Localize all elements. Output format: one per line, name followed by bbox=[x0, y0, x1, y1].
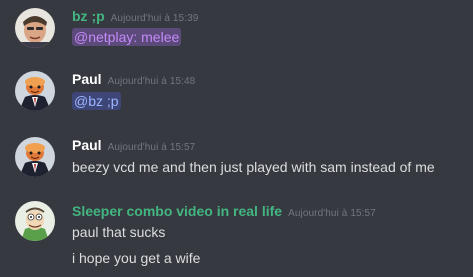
message-content: beezy vcd me and then just played with s… bbox=[72, 159, 435, 175]
person-photo-avatar-icon bbox=[15, 8, 55, 48]
message-header: bz ;p Aujourd'hui à 15:39 bbox=[72, 7, 198, 28]
username[interactable]: Sleeper combo video in real life bbox=[72, 203, 282, 219]
role-mention[interactable]: @netplay: melee bbox=[72, 28, 182, 46]
message-content: @netplay: melee bbox=[72, 27, 182, 47]
cartoon-character-avatar-icon bbox=[15, 201, 55, 241]
avatar[interactable] bbox=[15, 137, 55, 177]
avatar[interactable] bbox=[15, 8, 55, 48]
message-group: Sleeper combo video in real life Aujourd'… bbox=[0, 193, 473, 277]
timestamp: Aujourd'hui à 15:48 bbox=[107, 76, 196, 87]
avatar[interactable] bbox=[15, 71, 55, 111]
message-content: @bz ;p bbox=[72, 91, 121, 111]
username[interactable]: Paul bbox=[72, 71, 102, 87]
message-group: Paul Aujourd'hui à 15:57 beezy vcd me and… bbox=[0, 129, 473, 189]
timestamp: Aujourd'hui à 15:39 bbox=[110, 13, 199, 24]
username[interactable]: bz ;p bbox=[72, 8, 105, 24]
suited-character-avatar-icon bbox=[15, 71, 55, 111]
message-content: i hope you get a wife bbox=[72, 250, 201, 266]
user-mention[interactable]: @bz ;p bbox=[72, 92, 121, 110]
message-group: Paul Aujourd'hui à 15:48 @bz ;p bbox=[0, 63, 473, 123]
message-header: Paul Aujourd'hui à 15:57 bbox=[72, 136, 195, 157]
avatar[interactable] bbox=[15, 201, 55, 241]
username[interactable]: Paul bbox=[72, 137, 102, 153]
timestamp: Aujourd'hui à 15:57 bbox=[107, 142, 196, 153]
message-header: Sleeper combo video in real life Aujourd'… bbox=[72, 202, 376, 223]
message-content: paul that sucks bbox=[72, 224, 166, 240]
message-group: bz ;p Aujourd'hui à 15:39 @netplay: melee bbox=[0, 0, 473, 60]
timestamp: Aujourd'hui à 15:57 bbox=[288, 208, 376, 219]
suited-character-avatar-icon bbox=[15, 137, 55, 177]
message-header: Paul Aujourd'hui à 15:48 bbox=[72, 70, 195, 91]
